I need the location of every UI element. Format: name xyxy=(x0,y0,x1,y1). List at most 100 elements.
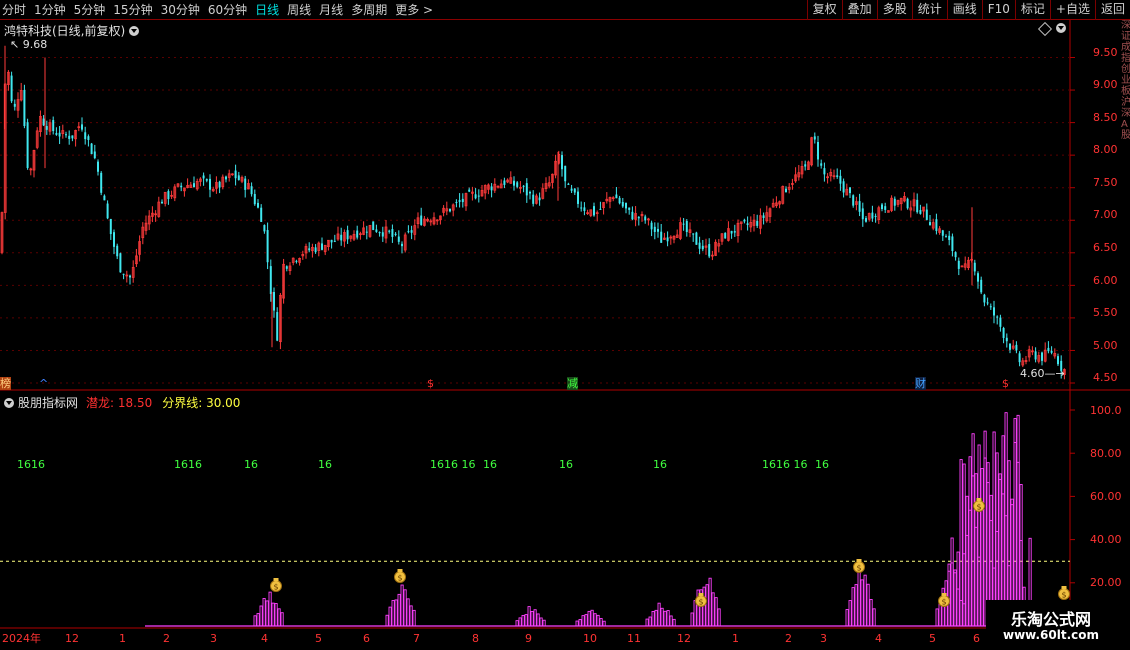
candle-down xyxy=(1015,344,1018,351)
marker-bang[interactable]: 榜 xyxy=(0,377,11,390)
candle-down xyxy=(935,219,938,231)
watermark-url: www.60lt.com xyxy=(1002,628,1100,642)
indicator-bar xyxy=(1004,412,1008,627)
candle-down xyxy=(951,236,954,251)
indicator-bar xyxy=(385,614,389,627)
indicator-bar xyxy=(539,617,543,627)
candle-down xyxy=(570,188,573,191)
candle-down xyxy=(993,307,995,316)
candle-down xyxy=(1005,337,1008,342)
indicator-menu-icon[interactable] xyxy=(4,397,14,408)
x-label: 1 xyxy=(732,632,739,645)
candle-down xyxy=(977,273,979,282)
y-tick: 80.00 xyxy=(1090,447,1122,460)
money-bag-icon: $ xyxy=(270,578,282,592)
candle-down xyxy=(257,202,259,208)
candle-down xyxy=(573,188,576,193)
candle-down xyxy=(1041,352,1043,361)
candle-down xyxy=(986,302,989,304)
signal-label: 1616 xyxy=(17,458,45,471)
panel-menu-icon[interactable] xyxy=(1056,23,1066,33)
candle-down xyxy=(346,230,349,240)
x-label: 2024年 xyxy=(2,632,41,645)
x-label: 3 xyxy=(820,632,827,645)
candle-down xyxy=(618,197,621,204)
candle-down xyxy=(724,232,727,239)
marker-arrow[interactable]: ^ xyxy=(39,377,48,390)
candle-down xyxy=(1057,356,1059,365)
marker-dollar-2[interactable]: $ xyxy=(1002,377,1009,390)
indicator-bar xyxy=(663,610,667,627)
signal-label: 16 xyxy=(244,458,258,471)
candle-down xyxy=(529,192,531,194)
marker-finance[interactable]: 财 xyxy=(915,377,926,390)
x-label: 7 xyxy=(413,632,420,645)
indicator-bar xyxy=(660,607,664,627)
low-price-label: 4.60—→ xyxy=(1020,367,1065,380)
candle-down xyxy=(356,230,359,238)
candle-down xyxy=(948,235,951,241)
indicator-bar xyxy=(971,433,975,627)
signal-label: 16 xyxy=(483,458,497,471)
indicator-bar xyxy=(648,616,652,627)
indicator-bar xyxy=(851,587,855,627)
y-tick: 8.00 xyxy=(1093,143,1118,156)
candle-down xyxy=(308,248,311,251)
candle-down xyxy=(397,236,400,242)
candle-down xyxy=(973,262,976,272)
candle-down xyxy=(692,233,695,235)
candle-down xyxy=(756,220,759,226)
candle-down xyxy=(820,163,823,166)
candle-down xyxy=(695,232,698,245)
indicator-bar xyxy=(590,609,594,627)
candle-down xyxy=(980,279,983,293)
marker-dollar[interactable]: $ xyxy=(427,377,434,390)
candle-down xyxy=(269,266,272,294)
indicator-bar xyxy=(854,584,858,627)
candle-down xyxy=(106,203,109,219)
candle-down xyxy=(218,181,221,188)
signal-label: 16 xyxy=(559,458,573,471)
candle-down xyxy=(874,215,877,217)
indicator-bar xyxy=(394,599,398,627)
candle-down xyxy=(285,266,288,269)
indicator-bar xyxy=(262,598,266,627)
candle-down xyxy=(449,208,451,212)
candle-down xyxy=(109,218,112,235)
candle-down xyxy=(250,186,253,195)
y-tick: 7.50 xyxy=(1093,176,1118,189)
candle-down xyxy=(631,211,634,220)
indicator-bar xyxy=(584,614,588,627)
indicator-bar xyxy=(388,606,392,627)
candle-down xyxy=(884,206,887,210)
indicator-bar xyxy=(268,591,272,627)
candle-down xyxy=(372,221,375,230)
candle-down xyxy=(945,236,947,238)
indicator-bar xyxy=(965,534,969,627)
candle-down xyxy=(525,183,528,196)
money-bag-sign: $ xyxy=(942,598,947,607)
price-chart[interactable]: $ $ $ $ $ $ $ xyxy=(0,0,1130,650)
candle-down xyxy=(42,118,45,126)
candle-down xyxy=(401,243,403,247)
indicator-bar xyxy=(518,617,522,627)
candle-down xyxy=(263,225,266,232)
candle-down xyxy=(730,230,733,234)
candle-down xyxy=(253,194,256,205)
candle-down xyxy=(516,182,519,187)
main-panel-header: 鸿特科技(日线,前复权) xyxy=(4,22,140,39)
candle-down xyxy=(813,136,816,140)
candle-down xyxy=(394,233,397,235)
indicator-bar xyxy=(253,615,257,627)
candle-down xyxy=(1009,343,1011,350)
candle-down xyxy=(93,151,96,159)
candle-down xyxy=(381,232,384,237)
dropdown-circle-icon[interactable] xyxy=(129,25,140,36)
watermark-logo: 乐淘公式网 www.60lt.com xyxy=(986,600,1130,650)
y-tick: 9.50 xyxy=(1093,46,1118,59)
marker-reduce[interactable]: 减 xyxy=(567,377,578,390)
candle-down xyxy=(58,132,61,137)
y-tick: 4.50 xyxy=(1093,371,1118,384)
indicator-bar xyxy=(968,509,972,627)
indicator-bar xyxy=(947,563,951,627)
